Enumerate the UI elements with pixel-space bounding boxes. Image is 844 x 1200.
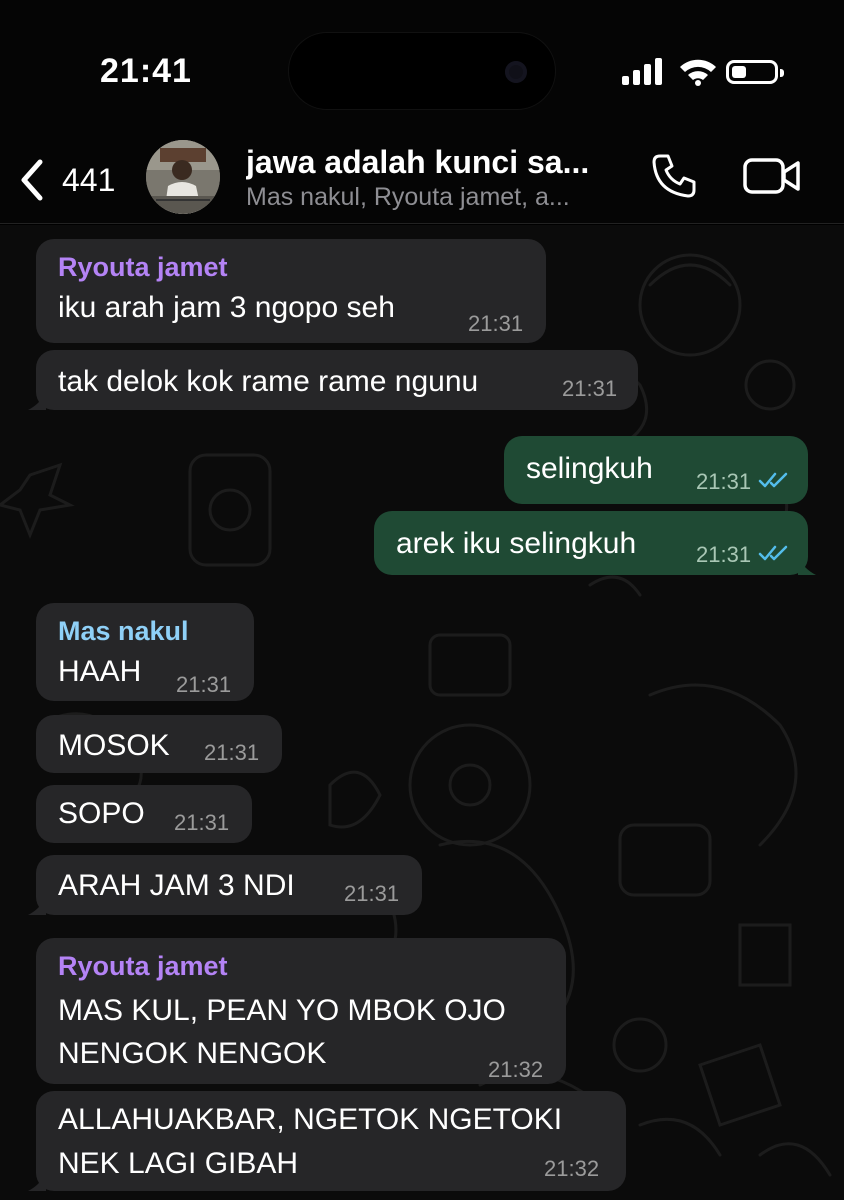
front-camera — [505, 61, 527, 83]
message-bubble[interactable]: Ryouta jamet iku arah jam 3 ngopo seh 21… — [36, 239, 546, 343]
avatar-image — [146, 140, 220, 214]
message-bubble[interactable]: ALLAHUAKBAR, NGETOK NGETOKI NEK LAGI GIB… — [28, 1091, 626, 1191]
battery-icon — [726, 60, 784, 84]
message-time: 21:32 — [544, 1156, 600, 1181]
message-time: 21:31 — [344, 881, 400, 906]
message-time: 21:32 — [488, 1057, 544, 1082]
message-text-line: NENGOK NENGOK — [58, 1037, 327, 1071]
message-text-line: MAS KUL, PEAN YO MBOK OJO — [58, 993, 506, 1027]
double-check-icon — [758, 545, 788, 561]
message-bubble[interactable]: Mas nakul HAAH 21:31 — [36, 603, 254, 701]
back-chevron-icon — [21, 159, 43, 201]
message-text: iku arah jam 3 ngopo seh — [58, 290, 395, 324]
double-check-icon — [758, 472, 788, 488]
message-bubble[interactable]: ARAH JAM 3 NDI 21:31 — [28, 855, 422, 915]
chat-area[interactable]: Ryouta jamet iku arah jam 3 ngopo seh 21… — [0, 225, 844, 1200]
message-time: 21:31 — [562, 376, 618, 401]
signal-icon — [622, 58, 662, 85]
message-bubble[interactable]: SOPO 21:31 — [36, 785, 252, 843]
message-text-line: NEK LAGI GIBAH — [58, 1146, 299, 1180]
bubble-tail — [798, 557, 816, 575]
bubble-tail — [28, 392, 46, 410]
unread-count: 441 — [62, 161, 116, 198]
message-text-line: ALLAHUAKBAR, NGETOK NGETOKI — [58, 1103, 563, 1136]
chat-members: Mas nakul, Ryouta jamet, a... — [246, 183, 570, 211]
message-bubble-outgoing[interactable]: selingkuh 21:31 — [504, 436, 808, 504]
sender-name: Mas nakul — [58, 616, 189, 646]
video-camera-icon[interactable] — [742, 154, 802, 198]
message-time: 21:31 — [696, 469, 752, 494]
message-bubble[interactable]: MOSOK 21:31 — [36, 715, 282, 773]
message-bubble[interactable]: Ryouta jamet MAS KUL, PEAN YO MBOK OJO N… — [36, 938, 566, 1084]
status-clock: 21:41 — [100, 52, 192, 90]
message-time: 21:31 — [696, 542, 752, 567]
back-button[interactable]: 441 — [16, 150, 136, 210]
status-icons — [620, 56, 784, 86]
message-time: 21:31 — [174, 810, 230, 835]
dynamic-island — [288, 32, 556, 110]
sender-name: Ryouta jamet — [58, 252, 228, 282]
bubble-tail — [28, 897, 46, 915]
bubble-tail — [28, 1173, 46, 1191]
chat-title-block[interactable]: jawa adalah kunci sa... Mas nakul, Ryout… — [246, 144, 626, 212]
wifi-icon — [680, 59, 716, 86]
message-time: 21:31 — [468, 311, 524, 336]
chat-header: 441 jawa adalah kunci sa... Mas nakul, R… — [0, 140, 844, 224]
message-time: 21:31 — [204, 740, 260, 765]
phone-icon[interactable] — [650, 152, 698, 200]
group-avatar[interactable] — [146, 140, 220, 214]
message-bubble-outgoing[interactable]: arek iku selingkuh 21:31 — [374, 511, 816, 575]
message-text: tak delok kok rame rame ngunu — [58, 365, 479, 398]
chat-title: jawa adalah kunci sa... — [246, 144, 590, 180]
message-bubble[interactable]: tak delok kok rame rame ngunu 21:31 — [28, 350, 638, 410]
status-bar: 21:41 — [0, 0, 844, 140]
sender-name: Ryouta jamet — [58, 951, 228, 981]
message-time: 21:31 — [176, 672, 232, 697]
